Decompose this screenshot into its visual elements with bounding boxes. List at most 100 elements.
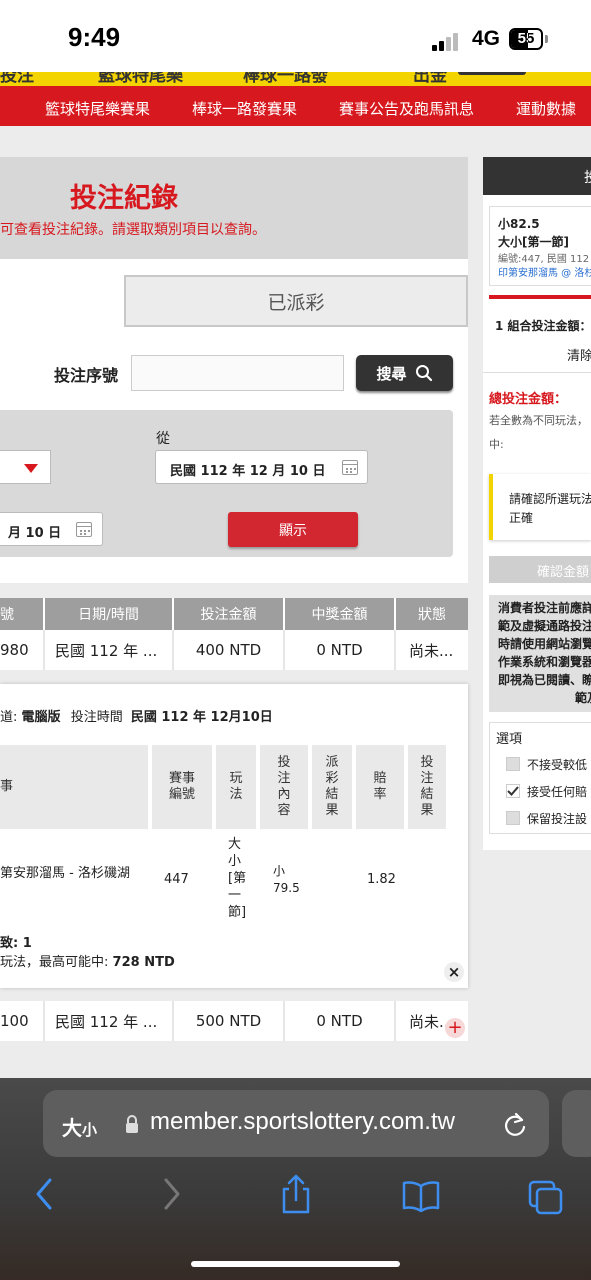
- date-to-field[interactable]: 月 10 日: [0, 512, 103, 546]
- bet-time-label: 投注時間: [70, 710, 123, 725]
- checkmark-icon: [507, 786, 519, 796]
- th-serial[interactable]: 號: [0, 598, 45, 630]
- cell-status: 尚未...: [409, 641, 454, 660]
- bet-slip-item[interactable]: 小82.5 大小[第一節] 編號:447, 民國 112 印第安那溜馬 @ 洛杉: [489, 206, 591, 286]
- nav-ghost-item[interactable]: 出金: [413, 72, 447, 86]
- tabs-icon[interactable]: [527, 1172, 565, 1216]
- nav-announcements[interactable]: 賽事公告及跑馬訊息: [339, 98, 474, 119]
- date-from-value: 民國 112 年 12 月 10 日: [170, 464, 326, 479]
- options-title: 選項: [496, 732, 523, 747]
- forward-icon[interactable]: [160, 1172, 184, 1216]
- serial-input[interactable]: [131, 355, 344, 391]
- note-line: 中:: [489, 438, 504, 451]
- nav-basketball-results[interactable]: 籃球特尾樂賽果: [45, 98, 150, 119]
- from-label: 從: [156, 431, 170, 447]
- option-label: 不接受較低: [527, 758, 588, 772]
- detail-content: 小 79.5: [273, 864, 300, 895]
- divider: [483, 372, 591, 373]
- th-bet-amount[interactable]: 投注金額: [174, 598, 285, 630]
- note-line: 若全數為不同玩法，: [489, 414, 588, 427]
- clear-button[interactable]: 清除: [567, 345, 591, 364]
- cell-serial: 100: [0, 1001, 45, 1041]
- table-row[interactable]: 100 民國 112 年 ... 500 NTD 0 NTD 尚未...: [0, 1001, 468, 1041]
- category-dropdown[interactable]: [0, 450, 51, 484]
- dh-event: 事: [0, 745, 148, 829]
- table-row[interactable]: 980 民國 112 年 ... 400 NTD 0 NTD 尚未...: [0, 630, 468, 670]
- next-tab-peek[interactable]: [562, 1090, 591, 1157]
- serial-label: 投注序號: [54, 366, 119, 385]
- dh-content: 投 注 內 容: [260, 745, 308, 829]
- dh-play: 玩 法: [216, 745, 256, 829]
- results-nav: 籃球特尾樂賽果 棒球一路發賽果 賽事公告及跑馬訊息 運動數據: [0, 86, 591, 126]
- network-type: 4G: [472, 27, 501, 50]
- calendar-icon[interactable]: [342, 460, 358, 475]
- cell-datetime: 民國 112 年 ...: [45, 630, 174, 670]
- detail-event: 第安那溜馬 - 洛杉磯湖: [0, 866, 130, 881]
- top-nav-bar: 投注 籃球特尾樂 棒球一路發 出金: [0, 72, 591, 86]
- dh-odds: 賠 率: [356, 745, 404, 829]
- channel-value: 電腦版: [21, 710, 61, 725]
- tab-paid[interactable]: 已派彩: [124, 275, 468, 327]
- detail-summary: 道: 電腦版 投注時間 民國 112 年 12月10日: [0, 706, 273, 725]
- th-datetime[interactable]: 日期/時間: [45, 598, 174, 630]
- url-text[interactable]: member.sportslottery.com.tw: [150, 1108, 455, 1136]
- cell-win-amount: 0 NTD: [285, 1001, 396, 1041]
- cell-datetime: 民國 112 年 ...: [45, 1001, 174, 1041]
- page-subtitle: 可查看投注紀錄。請選取類別項目以查詢。: [0, 222, 266, 238]
- option-label: 接受任何賠: [527, 785, 588, 799]
- channel-label: 道:: [0, 710, 18, 725]
- slip-divider: [489, 295, 591, 299]
- total-amount-label: 總投注金額：: [489, 392, 568, 407]
- combo-amount-label: 1 組合投注金額：: [495, 319, 591, 333]
- option-checkbox[interactable]: [506, 811, 520, 825]
- reload-icon[interactable]: [502, 1111, 528, 1139]
- detail-event-no: 447: [164, 872, 189, 887]
- option-checkbox[interactable]: [506, 757, 520, 771]
- nav-baseball-results[interactable]: 棒球一路發賽果: [192, 98, 297, 119]
- show-button[interactable]: 顯示: [228, 512, 358, 547]
- expand-plus-icon[interactable]: +: [445, 1018, 465, 1038]
- confirm-amount-button[interactable]: 確認金額: [489, 556, 591, 583]
- battery-tip: [545, 35, 548, 43]
- date-from-field[interactable]: 民國 112 年 12 月 10 日: [155, 450, 368, 484]
- slip-pick: 小82.5: [498, 217, 540, 231]
- close-icon[interactable]: ×: [444, 962, 464, 982]
- text-size-button[interactable]: 大小: [62, 1112, 97, 1141]
- nav-ghost-button[interactable]: [458, 72, 526, 75]
- home-indicator: [191, 1261, 400, 1267]
- nav-ghost-item[interactable]: 籃球特尾樂: [98, 72, 183, 86]
- nav-sports-data[interactable]: 運動數據: [516, 98, 576, 119]
- page-title: 投注紀錄: [70, 183, 178, 214]
- share-icon[interactable]: [280, 1172, 312, 1216]
- th-win-amount[interactable]: 中獎金額: [285, 598, 396, 630]
- table-header: 號 日期/時間 投注金額 中獎金額 狀態: [0, 598, 468, 630]
- option-label: 保留投注設: [527, 812, 588, 826]
- legal-notice: 消費者投注前應詳 範及虛擬通路投注 時請使用網站瀏覽 作業系統和瀏覽器 即視為已…: [489, 595, 591, 712]
- detail-max-win: 玩法，最高可能中: 728 NTD: [0, 955, 175, 970]
- lock-icon: [126, 1115, 138, 1133]
- date-to-value: 月 10 日: [8, 526, 62, 541]
- signal-icon: [432, 32, 460, 51]
- calendar-icon[interactable]: [76, 522, 92, 537]
- search-button[interactable]: 搜尋: [356, 355, 453, 391]
- bookmarks-icon[interactable]: [401, 1172, 441, 1216]
- nav-ghost-item[interactable]: 投注: [0, 72, 34, 86]
- slip-market: 大小[第一節]: [498, 235, 569, 249]
- dh-payout-result: 派 彩 結 果: [312, 745, 352, 829]
- bet-time-value: 民國 112 年 12月10日: [130, 710, 273, 725]
- cell-bet-amount: 500 NTD: [174, 1001, 285, 1041]
- th-status[interactable]: 狀態: [396, 598, 468, 630]
- detail-count: 致: 1: [0, 936, 32, 951]
- search-button-label: 搜尋: [376, 364, 407, 383]
- confirm-notice-text: 正確: [509, 511, 534, 525]
- option-checkbox[interactable]: [506, 784, 520, 798]
- nav-ghost-item[interactable]: 棒球一路發: [243, 72, 328, 86]
- battery-icon: 55: [509, 28, 543, 50]
- cell-bet-amount: 400 NTD: [174, 630, 285, 670]
- back-icon[interactable]: [32, 1172, 56, 1216]
- confirm-notice-text: 請確認所選玩法: [509, 492, 591, 506]
- dh-event-no: 賽事 編號: [152, 745, 212, 829]
- slip-teams: 印第安那溜馬 @ 洛杉: [498, 268, 591, 279]
- search-icon: [415, 365, 432, 382]
- bet-slip-header: 投: [483, 157, 591, 195]
